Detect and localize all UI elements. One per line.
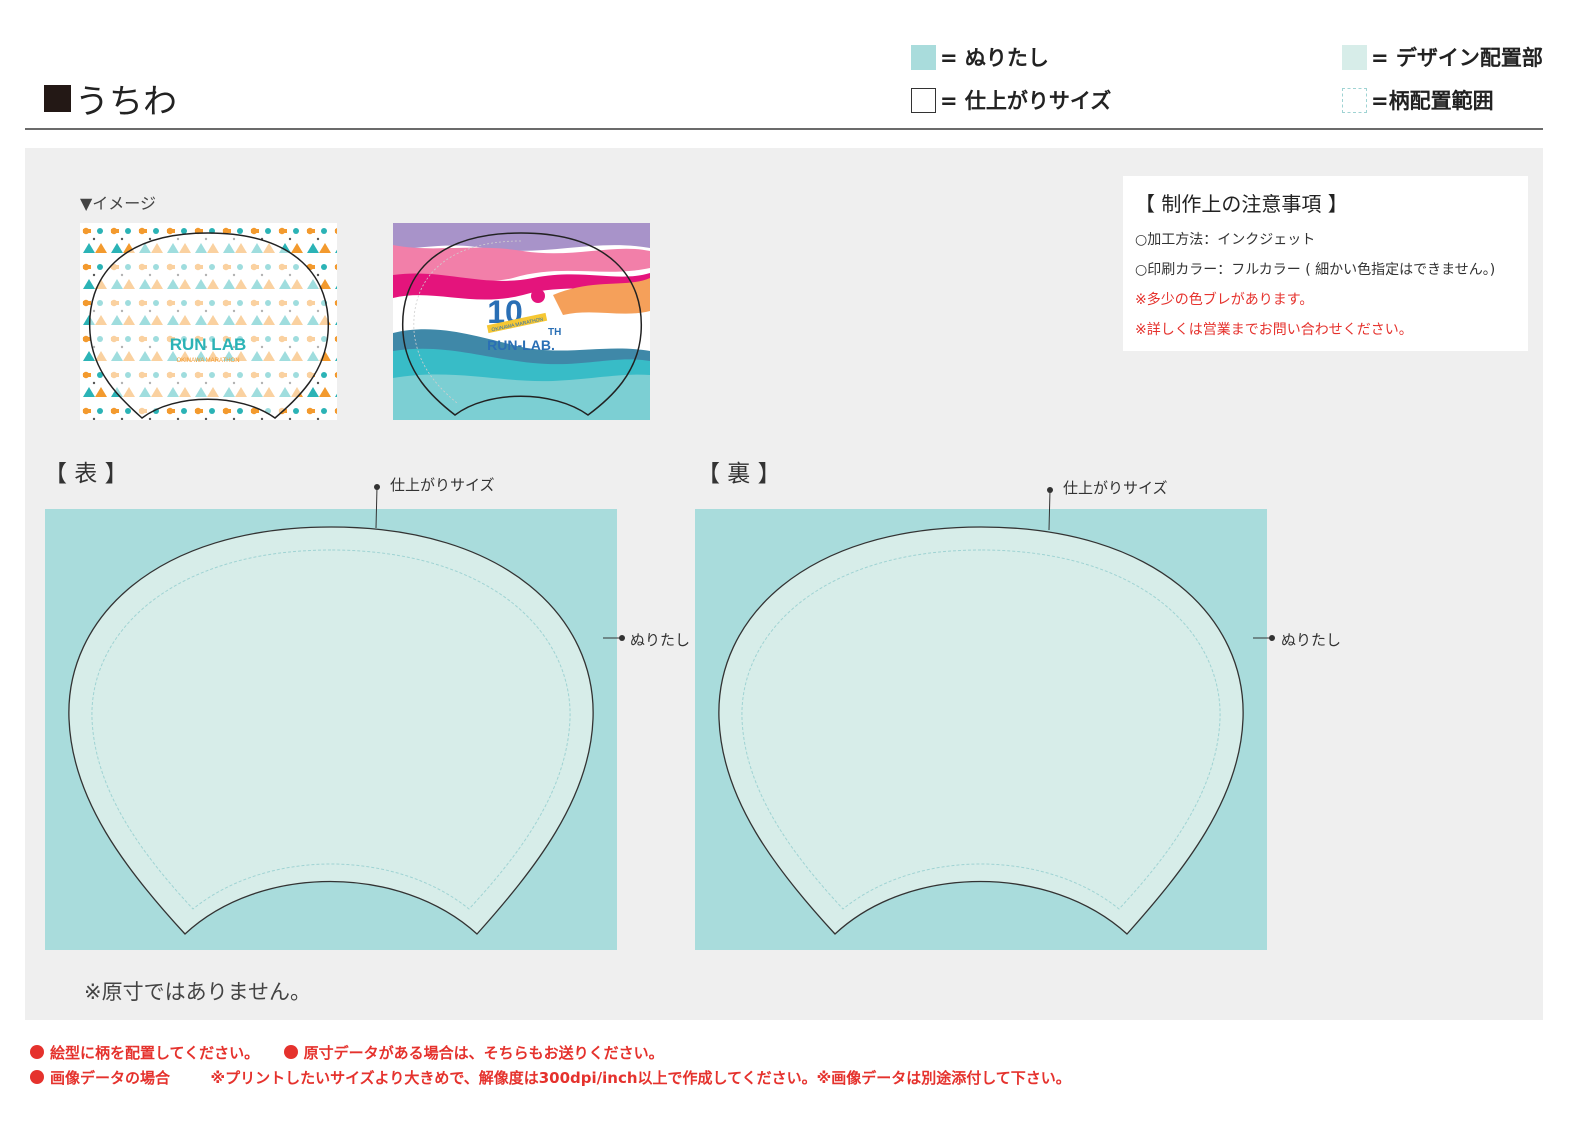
front-bleed-callout: ぬりたし: [630, 631, 691, 649]
back-trim-callout: 仕上がりサイズ: [1063, 479, 1168, 497]
front-trim-callout: 仕上がりサイズ: [390, 476, 495, 494]
red-bullet-icon: [30, 1045, 44, 1059]
footer-instruction: 原寸データがある場合は、そちらもお送りください。: [303, 1044, 664, 1062]
footer-line-2: 画像データの場合 ※プリントしたいサイズより大きめで、解像度は300dpi/in…: [30, 1067, 1071, 1088]
footer-image-data-text: ※プリントしたいサイズより大きめで、解像度は300dpi/inch以上で作成して…: [210, 1069, 1071, 1087]
footer-image-data-label: 画像データの場合: [50, 1069, 171, 1087]
footer-instruction: 絵型に柄を配置してください。: [50, 1044, 260, 1062]
red-bullet-icon: [30, 1070, 44, 1084]
red-bullet-icon: [283, 1045, 298, 1059]
callout-lines: [374, 484, 1275, 641]
footer-line-1: 絵型に柄を配置してください。 原寸データがある場合は、そちらもお送りください。: [30, 1042, 664, 1063]
back-bleed-callout: ぬりたし: [1281, 631, 1342, 649]
scale-note: ※原寸ではありません。: [84, 980, 311, 1004]
